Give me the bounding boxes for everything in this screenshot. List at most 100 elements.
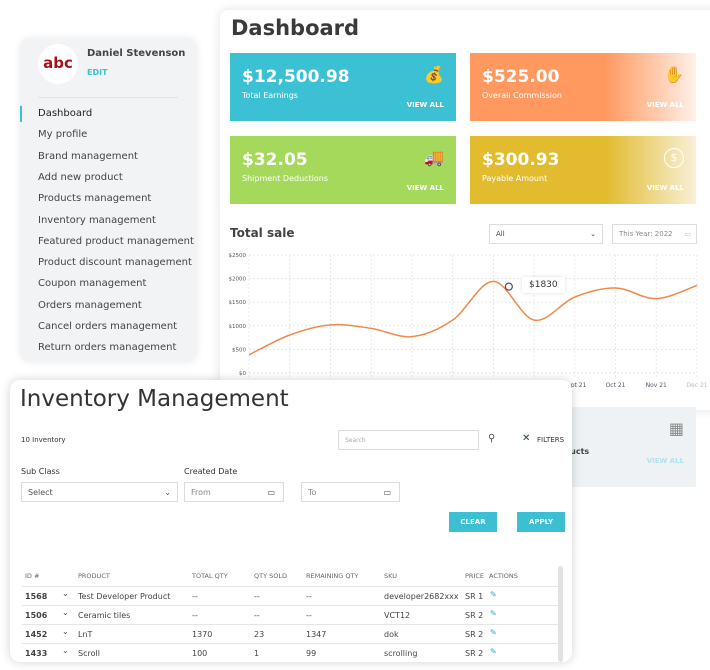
view-all-link[interactable]: VIEW ALL <box>647 457 684 465</box>
filter-select[interactable]: All ⌄ <box>489 224 603 244</box>
sidebar-item[interactable]: Brand management <box>38 151 138 162</box>
edit-icon[interactable]: ✎ <box>487 590 557 604</box>
column-header: ID # <box>25 572 40 580</box>
expand-chevron-icon[interactable]: ⌄ <box>62 589 69 598</box>
sidebar-item[interactable]: Return orders management <box>38 342 176 353</box>
sidebar-item[interactable]: My profile <box>38 129 87 140</box>
cell: 1347 <box>306 630 327 639</box>
edit-profile-link[interactable]: EDIT <box>87 68 108 77</box>
cell: developer2682xxx <box>384 592 459 601</box>
sidebar-item[interactable]: Products management <box>38 193 151 204</box>
delivery-truck-icon: 🚚 <box>424 148 444 167</box>
search-input[interactable]: Search <box>338 430 479 450</box>
edit-icon[interactable]: ✎ <box>487 647 557 661</box>
chevron-down-icon: ⌄ <box>590 230 596 238</box>
total-sale-title: Total sale <box>230 226 295 240</box>
cell: VCT12 <box>384 611 411 620</box>
cell: 1506 <box>25 611 48 620</box>
cell: SR 2 <box>465 611 484 620</box>
cell: SR 2 <box>465 630 484 639</box>
y-tick-label: $2000 <box>229 277 247 283</box>
year-value: This Year: 2022 <box>619 230 673 238</box>
cell: -- <box>192 592 198 601</box>
card-total-earnings: $12,500.98 Total Earnings 💰 VIEW ALL <box>230 53 456 121</box>
subclass-select[interactable]: Select ⌄ <box>21 482 178 502</box>
to-placeholder: To <box>308 487 317 497</box>
user-name: Daniel Stevenson <box>87 48 186 59</box>
sidebar-item[interactable]: Coupon management <box>38 278 146 289</box>
column-header: SKU <box>384 572 397 580</box>
edit-icon[interactable]: ✎ <box>487 628 557 642</box>
sidebar-item[interactable]: Add new product <box>38 172 123 183</box>
card-amount: $300.93 <box>482 150 560 170</box>
card-overall-commission: $525.00 Overall Commission ✋ VIEW ALL <box>470 53 696 121</box>
cell: 100 <box>192 649 208 658</box>
subclass-value: Select <box>28 487 53 497</box>
sidebar-item[interactable]: Orders management <box>38 300 142 311</box>
view-all-link[interactable]: VIEW ALL <box>407 184 444 192</box>
search-placeholder: Search <box>345 436 366 444</box>
inventory-count: 10 Inventory <box>21 436 66 444</box>
cell: -- <box>254 611 260 620</box>
view-all-link[interactable]: VIEW ALL <box>647 101 684 109</box>
search-icon[interactable]: ⚲ <box>488 433 495 444</box>
sidebar-item[interactable]: Cancel orders management <box>38 321 177 332</box>
column-header: REMAINING QTY <box>306 572 359 580</box>
tooltip-marker <box>504 282 513 291</box>
calendar-icon[interactable]: ▭ <box>267 488 275 497</box>
sidebar-item[interactable]: Inventory management <box>38 215 156 226</box>
cell: LnT <box>78 630 93 639</box>
cell: scrolling <box>384 649 418 658</box>
column-header: PRICE <box>465 572 484 580</box>
card-amount: $32.05 <box>242 150 308 170</box>
cell: dok <box>384 630 399 639</box>
to-date-input[interactable]: To ▭ <box>301 482 400 502</box>
clear-button[interactable]: CLEAR <box>449 512 497 532</box>
calendar-icon[interactable]: ▭ <box>383 488 391 497</box>
filter-value: All <box>496 230 505 238</box>
card-products: roducts ▦ VIEW ALL <box>555 407 696 487</box>
cell: -- <box>254 592 260 601</box>
table-row[interactable]: 1568 Test Developer Product -- -- -- develope… <box>22 586 560 605</box>
table-row[interactable]: 1452 LnT 1370 23 1347 dok SR 2 ⌄ ✎ <box>22 624 560 643</box>
cell: 99 <box>306 649 317 658</box>
expand-chevron-icon[interactable]: ⌄ <box>62 627 69 636</box>
commission-hand-icon: ✋ <box>664 65 684 84</box>
column-header: PRODUCT <box>78 572 110 580</box>
table-row[interactable]: 1433 Scroll 100 1 99 scrolling SR 2 ⌄ ✎ <box>22 643 560 662</box>
sidebar: abc Daniel Stevenson EDIT Dashboard My pr… <box>20 38 197 362</box>
cell: 1433 <box>25 649 48 658</box>
sidebar-item[interactable]: Dashboard <box>20 106 92 122</box>
table-row[interactable]: 1506 Ceramic tiles -- -- -- VCT12 SR 2 ⌄ ✎ <box>22 605 560 624</box>
sidebar-item[interactable]: Product discount management <box>38 257 192 268</box>
y-tick-label: $0 <box>239 371 246 377</box>
view-all-link[interactable]: VIEW ALL <box>647 184 684 192</box>
edit-icon[interactable]: ✎ <box>487 609 557 623</box>
inventory-panel: Inventory Management 10 Inventory Search… <box>10 380 572 662</box>
card-label: Shipment Deductions <box>242 174 329 183</box>
expand-chevron-icon[interactable]: ⌄ <box>62 608 69 617</box>
x-tick-label: Dec 21 <box>686 382 707 389</box>
sales-line <box>248 280 698 356</box>
divider <box>38 97 178 98</box>
column-header: QTY SOLD <box>254 572 287 580</box>
cell: -- <box>192 611 198 620</box>
expand-chevron-icon[interactable]: ⌄ <box>62 646 69 655</box>
cell: 23 <box>254 630 265 639</box>
dollar-circle-icon: $ <box>664 148 684 168</box>
scrollbar[interactable] <box>558 566 563 662</box>
column-header: TOTAL QTY <box>192 572 228 580</box>
x-tick-label: Oct 21 <box>606 382 626 389</box>
chart-tooltip: $1830 <box>522 277 565 293</box>
y-tick-label: $1500 <box>229 300 247 306</box>
sidebar-item[interactable]: Featured product management <box>38 236 194 247</box>
from-placeholder: From <box>191 487 211 497</box>
close-icon[interactable]: ✕ <box>522 433 530 444</box>
subclass-label: Sub Class <box>21 467 60 476</box>
view-all-link[interactable]: VIEW ALL <box>407 101 444 109</box>
year-picker[interactable]: This Year: 2022 ▭ <box>612 224 697 244</box>
card-amount: $12,500.98 <box>242 67 350 87</box>
apply-button[interactable]: APPLY <box>517 512 565 532</box>
from-date-input[interactable]: From ▭ <box>184 482 284 502</box>
filters-button[interactable]: FILTERS <box>537 436 564 444</box>
